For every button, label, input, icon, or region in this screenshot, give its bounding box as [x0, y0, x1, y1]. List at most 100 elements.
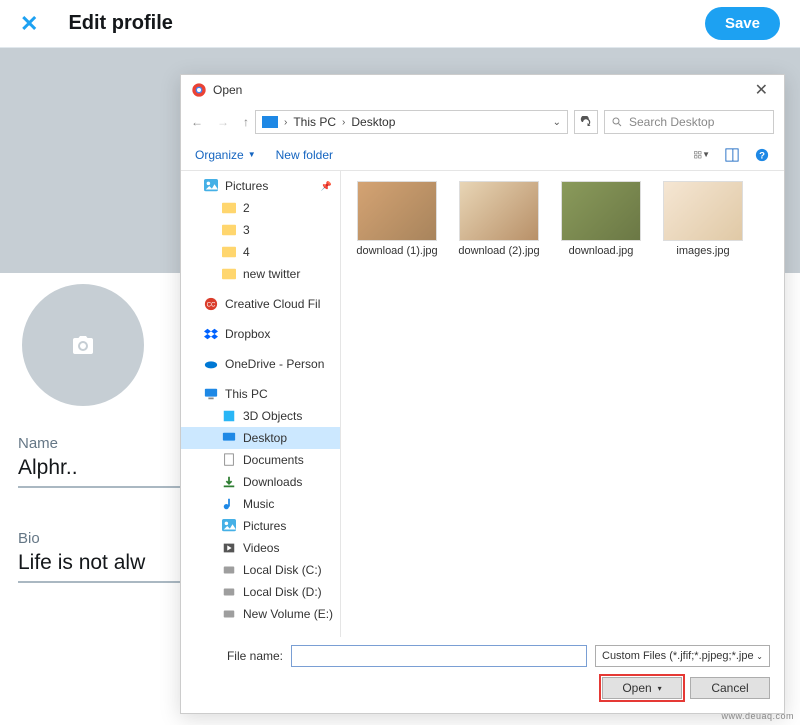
- folder-icon: [221, 245, 237, 259]
- new-folder-button[interactable]: New folder: [276, 148, 333, 162]
- folder-icon: [221, 223, 237, 237]
- chrome-icon: [191, 82, 207, 98]
- dialog-title: Open: [213, 83, 242, 97]
- tree-item-onedrive-person[interactable]: OneDrive - Person: [181, 353, 340, 375]
- videos-icon: [221, 541, 237, 555]
- 3d-icon: [221, 409, 237, 423]
- cancel-button[interactable]: Cancel: [690, 677, 770, 699]
- nav-back-icon[interactable]: ←: [191, 115, 203, 129]
- tree-item-local-disk-c-[interactable]: Local Disk (C:): [181, 559, 340, 581]
- tree-item-label: Creative Cloud Fil: [225, 297, 320, 311]
- tree-item-new-volume-e-[interactable]: New Volume (E:): [181, 603, 340, 625]
- help-button[interactable]: ?: [754, 147, 770, 163]
- filename-label: File name:: [195, 649, 283, 663]
- file-item[interactable]: images.jpg: [657, 181, 749, 257]
- pin-icon: 📌: [321, 181, 332, 192]
- file-label: download (1).jpg: [356, 245, 437, 257]
- file-item[interactable]: download.jpg: [555, 181, 647, 257]
- folder-icon: [221, 267, 237, 281]
- file-thumbnail: [459, 181, 539, 241]
- dialog-body: Pictures 📌 2 3 4 new twitter CC Creative Cloud …: [181, 171, 784, 637]
- disk-icon: [221, 607, 237, 621]
- tree-item-label: Local Disk (D:): [243, 585, 322, 599]
- tree-item-label: 4: [243, 245, 250, 259]
- organize-button[interactable]: Organize ▼: [195, 148, 256, 162]
- filetype-dropdown[interactable]: Custom Files (*.jfif;*.pjpeg;*.jpe ⌄: [595, 645, 770, 667]
- pictures-icon: [203, 179, 219, 193]
- tree-item-label: Videos: [243, 541, 279, 555]
- dialog-toolbar: Organize ▼ New folder ▼ ?: [181, 139, 784, 171]
- file-label: download (2).jpg: [458, 245, 539, 257]
- tree-item-label: new twitter: [243, 267, 300, 281]
- file-label: download.jpg: [569, 245, 634, 257]
- documents-icon: [221, 453, 237, 467]
- tree-item-3d-objects[interactable]: 3D Objects: [181, 405, 340, 427]
- page-header: ✕ Edit profile Save: [0, 0, 800, 48]
- preview-pane-button[interactable]: [724, 147, 740, 163]
- tree-item-label: Pictures: [225, 179, 268, 193]
- tree-item-label: Pictures: [243, 519, 286, 533]
- tree-item-label: OneDrive - Person: [225, 357, 324, 371]
- file-thumbnail: [561, 181, 641, 241]
- view-options-button[interactable]: ▼: [694, 147, 710, 163]
- tree-item-dropbox[interactable]: Dropbox: [181, 323, 340, 345]
- tree-item-label: Downloads: [243, 475, 302, 489]
- nav-up-icon[interactable]: ↑: [243, 115, 249, 129]
- tree-item-new-twitter[interactable]: new twitter: [181, 263, 340, 285]
- tree-item-label: Desktop: [243, 431, 287, 445]
- file-item[interactable]: download (1).jpg: [351, 181, 443, 257]
- cc-icon: CC: [203, 297, 219, 311]
- filename-input[interactable]: [291, 645, 587, 667]
- music-icon: [221, 497, 237, 511]
- tree-item-this-pc[interactable]: This PC: [181, 383, 340, 405]
- file-item[interactable]: download (2).jpg: [453, 181, 545, 257]
- tree-item-downloads[interactable]: Downloads: [181, 471, 340, 493]
- search-input[interactable]: Search Desktop: [604, 110, 774, 134]
- desktop-icon: [221, 431, 237, 445]
- files-pane: download (1).jpg download (2).jpg download…: [341, 171, 784, 637]
- tree-item-label: 3: [243, 223, 250, 237]
- search-icon: [611, 116, 623, 128]
- dialog-nav: ← → ↑ › This PC › Desktop ⌄ Search Deskt…: [181, 105, 784, 139]
- chevron-down-icon[interactable]: ⌄: [553, 117, 561, 128]
- save-button[interactable]: Save: [705, 7, 780, 40]
- tree-item-creative-cloud-fil[interactable]: CC Creative Cloud Fil: [181, 293, 340, 315]
- tree-item-4[interactable]: 4: [181, 241, 340, 263]
- tree-item-local-disk-d-[interactable]: Local Disk (D:): [181, 581, 340, 603]
- refresh-icon: [580, 116, 592, 128]
- file-label: images.jpg: [676, 245, 729, 257]
- disk-icon: [221, 585, 237, 599]
- close-icon[interactable]: ✕: [20, 11, 38, 37]
- file-thumbnail: [357, 181, 437, 241]
- breadcrumb-part-1: This PC: [293, 115, 336, 129]
- tree-item-label: Dropbox: [225, 327, 270, 341]
- camera-icon: [69, 333, 97, 357]
- tree-item-2[interactable]: 2: [181, 197, 340, 219]
- svg-text:?: ?: [759, 150, 765, 161]
- breadcrumb[interactable]: › This PC › Desktop ⌄: [255, 110, 568, 134]
- tree-item-label: Music: [243, 497, 274, 511]
- dialog-close-button[interactable]: ✕: [749, 80, 774, 100]
- page-title: Edit profile: [68, 12, 172, 35]
- dialog-footer: File name: Custom Files (*.jfif;*.pjpeg;…: [181, 637, 784, 713]
- tree-item-desktop[interactable]: Desktop: [181, 427, 340, 449]
- downloads-icon: [221, 475, 237, 489]
- watermark: www.deuaq.com: [721, 711, 794, 721]
- open-button[interactable]: Open ▾: [602, 677, 682, 699]
- onedrive-icon: [203, 357, 219, 371]
- thispc-icon: [262, 116, 278, 128]
- tree-item-3[interactable]: 3: [181, 219, 340, 241]
- tree-item-music[interactable]: Music: [181, 493, 340, 515]
- tree-item-videos[interactable]: Videos: [181, 537, 340, 559]
- tree-item-label: 3D Objects: [243, 409, 302, 423]
- dropbox-icon: [203, 327, 219, 341]
- tree-item-pictures[interactable]: Pictures: [181, 515, 340, 537]
- tree-item-label: Local Disk (C:): [243, 563, 322, 577]
- tree-item-pictures[interactable]: Pictures 📌: [181, 175, 340, 197]
- breadcrumb-part-2: Desktop: [351, 115, 395, 129]
- nav-forward-icon[interactable]: →: [217, 115, 229, 129]
- profile-avatar[interactable]: [18, 280, 148, 410]
- tree-item-documents[interactable]: Documents: [181, 449, 340, 471]
- refresh-button[interactable]: [574, 110, 598, 134]
- dialog-titlebar: Open ✕: [181, 75, 784, 105]
